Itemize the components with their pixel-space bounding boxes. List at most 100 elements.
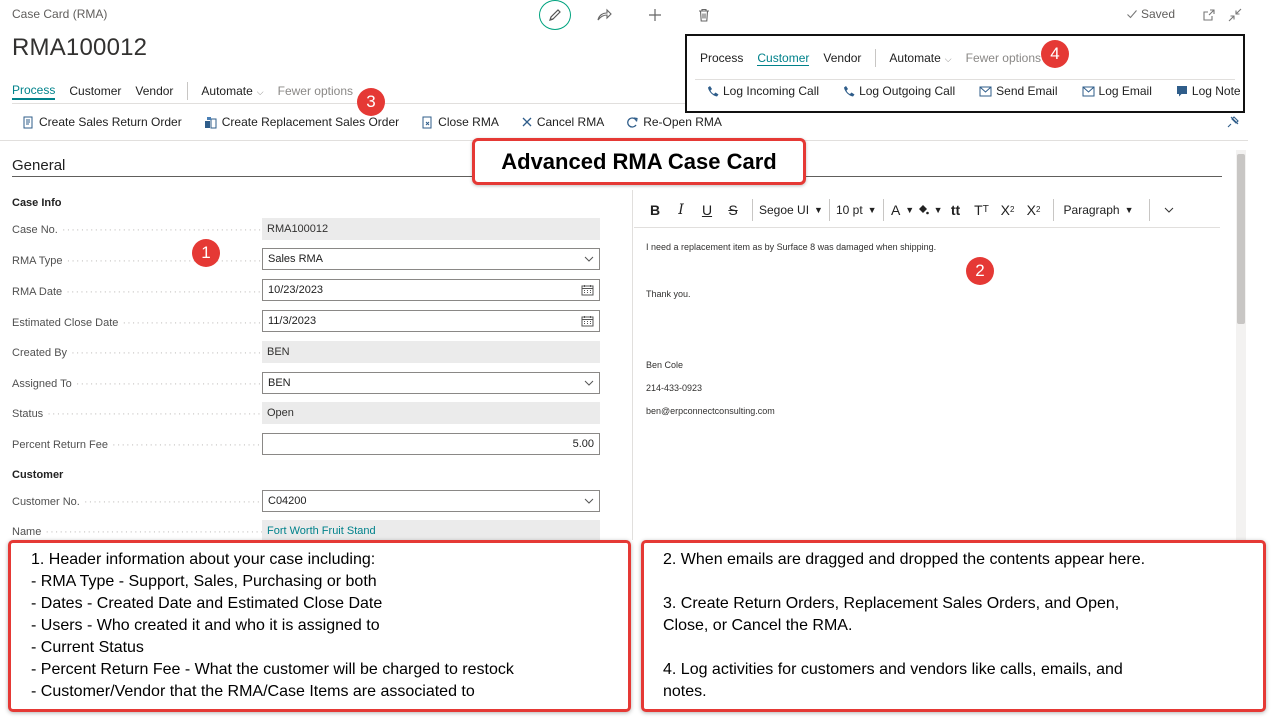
share-button[interactable] <box>588 0 620 30</box>
boxes-icon <box>204 116 217 128</box>
chevron-down-icon <box>584 498 594 504</box>
scrollbar-thumb[interactable] <box>1237 154 1245 324</box>
estimated-close-date-field[interactable]: 11/3/2023 <box>262 310 600 332</box>
paragraph-value: Paragraph <box>1063 202 1120 217</box>
case-info-heading: Case Info <box>12 197 62 209</box>
rma-type-value: Sales RMA <box>268 253 324 265</box>
tab-automate[interactable]: Automate ⌵ <box>201 84 263 98</box>
chevron-down-icon: ⌵ <box>256 87 264 97</box>
percent-return-fee-value: 5.00 <box>572 438 594 450</box>
caret-down-icon: ▼ <box>867 204 877 215</box>
clear-format-button[interactable]: tt <box>943 198 969 222</box>
popover-tab-automate[interactable]: Automate ⌵ <box>889 51 951 65</box>
pencil-icon <box>549 9 561 21</box>
close-rma-button[interactable]: Close RMA <box>421 115 499 129</box>
created-by-label: Created By <box>12 347 262 359</box>
command-bar: Create Sales Return Order Create Replace… <box>22 115 744 129</box>
popover-automate-label: Automate <box>889 51 941 65</box>
estimated-close-date-label: Estimated Close Date <box>12 317 262 329</box>
send-email-button[interactable]: Send Email <box>979 84 1058 98</box>
popover-fewer-options-button[interactable]: Fewer options <box>966 51 1041 65</box>
font-size-select[interactable]: 10 pt ▼ <box>836 198 877 222</box>
rma-date-field[interactable]: 10/23/2023 <box>262 279 600 301</box>
paint-bucket-icon <box>918 205 929 215</box>
log-outgoing-call-button[interactable]: Log Outgoing Call <box>843 84 955 98</box>
new-button[interactable] <box>639 0 671 30</box>
tab-vendor[interactable]: Vendor <box>135 84 173 98</box>
cancel-rma-button[interactable]: Cancel RMA <box>521 115 604 129</box>
subscript-button[interactable]: X2 <box>1021 198 1047 222</box>
font-color-button[interactable]: A ▼ <box>890 198 916 222</box>
toolbar-divider <box>1052 198 1054 221</box>
assigned-to-value: BEN <box>268 377 291 389</box>
callout-badge-2: 2 <box>966 257 994 285</box>
note-line: - RMA Type - Support, Sales, Purchasing … <box>31 573 377 590</box>
log-note-button[interactable]: Log Note <box>1176 84 1241 98</box>
popover-tab-customer[interactable]: Customer <box>757 51 810 66</box>
note-line: 2. When emails are dragged and dropped t… <box>663 551 1146 568</box>
italic-button[interactable]: I <box>668 198 694 222</box>
breadcrumb: Case Card (RMA) <box>12 7 108 21</box>
calendar-icon[interactable] <box>581 284 594 296</box>
email-body-line: Thank you. <box>646 289 691 299</box>
assigned-to-select[interactable]: BEN <box>262 372 600 394</box>
popover-nav-divider <box>875 49 877 67</box>
saved-status: Saved <box>1126 7 1175 21</box>
editor-divider <box>632 190 633 540</box>
nav-divider <box>187 82 189 100</box>
superscript-button[interactable]: X2 <box>995 198 1021 222</box>
create-replacement-sales-order-button[interactable]: Create Replacement Sales Order <box>204 115 399 129</box>
highlight-color-button[interactable]: ▼ <box>916 198 943 222</box>
more-toolbar-button[interactable] <box>1156 198 1182 222</box>
assigned-to-label: Assigned To <box>12 378 262 390</box>
general-section-title[interactable]: General <box>12 157 65 174</box>
unpin-icon <box>1227 116 1239 128</box>
popover-nav: Process Customer Vendor Automate ⌵ Fewer … <box>700 49 1055 67</box>
email-body-line: I need a replacement item as by Surface … <box>646 242 937 252</box>
created-by-field: BEN <box>262 341 600 363</box>
reopen-rma-button[interactable]: Re-Open RMA <box>626 115 722 129</box>
customer-no-select[interactable]: C04200 <box>262 490 600 512</box>
font-family-select[interactable]: Segoe UI ▼ <box>759 198 823 222</box>
strikethrough-button[interactable]: S <box>720 198 746 222</box>
note-line: - Dates - Created Date and Estimated Clo… <box>31 595 383 612</box>
email-body-line: ben@erpconnectconsulting.com <box>646 406 775 416</box>
log-email-label: Log Email <box>1098 84 1152 98</box>
font-size-value: 10 pt <box>835 202 863 217</box>
create-sales-return-order-button[interactable]: Create Sales Return Order <box>22 115 182 129</box>
paragraph-select[interactable]: Paragraph ▼ <box>1060 198 1138 222</box>
percent-return-fee-field[interactable]: 5.00 <box>262 433 600 455</box>
rma-type-select[interactable]: Sales RMA <box>262 248 600 270</box>
tab-process[interactable]: Process <box>12 83 56 100</box>
unpin-button[interactable] <box>1226 115 1240 134</box>
create-replacement-sales-order-label: Create Replacement Sales Order <box>221 115 400 129</box>
banner-title: Advanced RMA Case Card <box>472 138 806 185</box>
underline-button[interactable]: U <box>694 198 720 222</box>
phone-outgoing-icon <box>844 85 855 96</box>
calendar-icon[interactable] <box>581 315 594 327</box>
change-case-button[interactable]: TT <box>969 198 995 222</box>
email-body-line: 214-433-0923 <box>646 383 703 393</box>
callout-note-2: 2. When emails are dragged and dropped t… <box>641 540 1266 712</box>
delete-button[interactable] <box>688 0 720 30</box>
note-line: 1. Header information about your case in… <box>31 551 376 568</box>
name-field[interactable]: Fort Worth Fruit Stand <box>262 520 600 542</box>
fewer-options-button[interactable]: Fewer options <box>278 84 353 98</box>
bold-button[interactable]: B <box>642 198 668 222</box>
email-body-line: Ben Cole <box>646 360 684 370</box>
log-incoming-call-button[interactable]: Log Incoming Call <box>707 84 819 98</box>
customer-actions-popover: Process Customer Vendor Automate ⌵ Fewer … <box>685 34 1245 113</box>
popover-tab-vendor[interactable]: Vendor <box>823 51 861 65</box>
automate-label: Automate <box>201 84 253 98</box>
rma-type-label: RMA Type <box>12 255 262 267</box>
edit-button[interactable] <box>539 0 571 30</box>
popover-tab-process[interactable]: Process <box>700 51 743 65</box>
log-incoming-call-label: Log Incoming Call <box>723 84 820 98</box>
log-email-button[interactable]: Log Email <box>1082 84 1152 98</box>
status-field: Open <box>262 402 600 424</box>
rma-date-value: 10/23/2023 <box>268 284 324 296</box>
collapse-button[interactable] <box>1219 0 1251 30</box>
percent-return-fee-label: Percent Return Fee <box>12 439 262 451</box>
chevron-down-icon <box>584 256 594 262</box>
tab-customer[interactable]: Customer <box>69 84 121 98</box>
